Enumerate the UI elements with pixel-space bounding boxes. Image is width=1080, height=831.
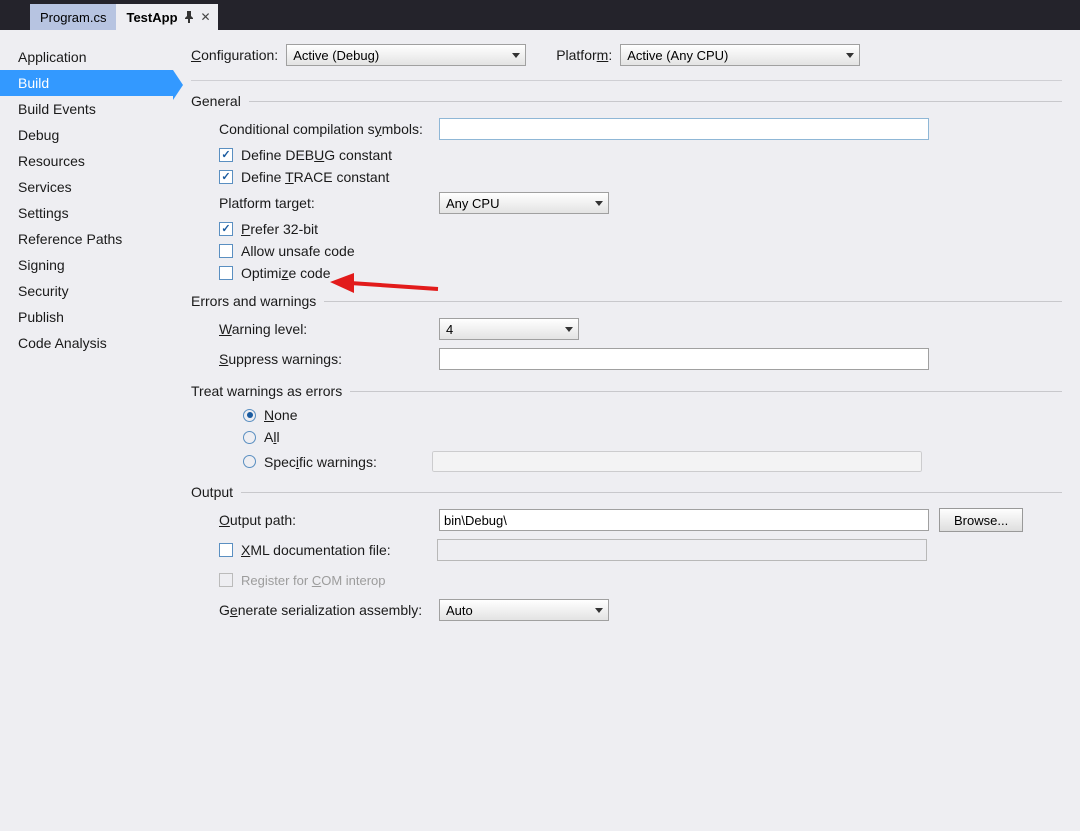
register-com-label: Register for COM interop — [241, 573, 386, 588]
optimize-code-label: Optimize code — [241, 265, 331, 281]
sidebar-item-label: Debug — [18, 127, 59, 143]
serialization-label: Generate serialization assembly: — [219, 602, 439, 618]
treat-specific-label: Specific warnings: — [264, 454, 424, 470]
section-heading-label: Output — [191, 484, 233, 500]
sidebar-item-settings[interactable]: Settings — [0, 200, 173, 226]
pin-icon[interactable] — [184, 11, 194, 23]
register-com-checkbox — [219, 573, 233, 587]
treat-all-label: All — [264, 429, 280, 445]
sidebar-item-publish[interactable]: Publish — [0, 304, 173, 330]
warning-level-label: Warning level: — [219, 321, 439, 337]
serialization-select[interactable]: Auto — [439, 599, 609, 621]
sidebar-item-label: Reference Paths — [18, 231, 122, 247]
property-page-sidebar: Application Build Build Events Debug Res… — [0, 30, 173, 831]
sidebar-item-label: Publish — [18, 309, 64, 325]
section-output: Output — [191, 484, 1062, 500]
conditional-symbols-label: Conditional compilation symbols: — [219, 121, 439, 137]
tab-testapp[interactable]: TestApp ✕ — [116, 4, 217, 30]
sidebar-item-label: Code Analysis — [18, 335, 107, 351]
allow-unsafe-checkbox[interactable] — [219, 244, 233, 258]
sidebar-item-build[interactable]: Build — [0, 70, 173, 96]
sidebar-item-code-analysis[interactable]: Code Analysis — [0, 330, 173, 356]
configuration-select[interactable]: Active (Debug) — [286, 44, 526, 66]
platform-target-select[interactable]: Any CPU — [439, 192, 609, 214]
xml-doc-label: XML documentation file: — [241, 542, 437, 558]
configuration-label: Configuration: — [191, 47, 278, 63]
define-debug-checkbox[interactable] — [219, 148, 233, 162]
tab-program-cs[interactable]: Program.cs — [30, 4, 116, 30]
define-trace-checkbox[interactable] — [219, 170, 233, 184]
sidebar-item-security[interactable]: Security — [0, 278, 173, 304]
document-tab-strip: Program.cs TestApp ✕ — [0, 0, 1080, 30]
section-heading-label: Errors and warnings — [191, 293, 316, 309]
treat-all-radio[interactable] — [243, 431, 256, 444]
define-trace-label: Define TRACE constant — [241, 169, 389, 185]
section-errors-warnings: Errors and warnings — [191, 293, 1062, 309]
sidebar-item-debug[interactable]: Debug — [0, 122, 173, 148]
output-path-label: Output path: — [219, 512, 439, 528]
suppress-warnings-input[interactable] — [439, 348, 929, 370]
xml-doc-input — [437, 539, 927, 561]
sidebar-item-services[interactable]: Services — [0, 174, 173, 200]
sidebar-item-label: Security — [18, 283, 69, 299]
sidebar-item-signing[interactable]: Signing — [0, 252, 173, 278]
sidebar-item-reference-paths[interactable]: Reference Paths — [0, 226, 173, 252]
treat-specific-input — [432, 451, 922, 472]
configuration-bar: Configuration: Active (Debug) Platform: … — [191, 44, 1062, 81]
platform-select[interactable]: Active (Any CPU) — [620, 44, 860, 66]
treat-none-label: None — [264, 407, 297, 423]
sidebar-item-resources[interactable]: Resources — [0, 148, 173, 174]
treat-specific-radio[interactable] — [243, 455, 256, 468]
warning-level-select[interactable]: 4 — [439, 318, 579, 340]
prefer-32bit-checkbox[interactable] — [219, 222, 233, 236]
sidebar-item-label: Settings — [18, 205, 69, 221]
sidebar-item-label: Signing — [18, 257, 65, 273]
tab-label: TestApp — [126, 10, 177, 25]
sidebar-item-label: Build Events — [18, 101, 96, 117]
sidebar-item-build-events[interactable]: Build Events — [0, 96, 173, 122]
conditional-symbols-input[interactable] — [439, 118, 929, 140]
output-path-input[interactable] — [439, 509, 929, 531]
sidebar-item-application[interactable]: Application — [0, 44, 173, 70]
sidebar-item-label: Resources — [18, 153, 85, 169]
section-heading-label: Treat warnings as errors — [191, 383, 342, 399]
close-icon[interactable]: ✕ — [198, 10, 214, 24]
section-treat-warnings: Treat warnings as errors — [191, 383, 1062, 399]
platform-label: Platform: — [556, 47, 612, 63]
section-general: General — [191, 93, 1062, 109]
prefer-32bit-label: Prefer 32-bit — [241, 221, 318, 237]
optimize-code-checkbox[interactable] — [219, 266, 233, 280]
sidebar-item-label: Services — [18, 179, 72, 195]
suppress-warnings-label: Suppress warnings: — [219, 351, 439, 367]
define-debug-label: Define DEBUG constant — [241, 147, 392, 163]
sidebar-item-label: Build — [18, 75, 49, 91]
sidebar-item-label: Application — [18, 49, 87, 65]
treat-none-radio[interactable] — [243, 409, 256, 422]
tab-label: Program.cs — [40, 10, 106, 25]
allow-unsafe-label: Allow unsafe code — [241, 243, 355, 259]
section-heading-label: General — [191, 93, 241, 109]
browse-button[interactable]: Browse... — [939, 508, 1023, 532]
platform-target-label: Platform target: — [219, 195, 439, 211]
xml-doc-checkbox[interactable] — [219, 543, 233, 557]
build-property-page: Configuration: Active (Debug) Platform: … — [173, 30, 1080, 831]
